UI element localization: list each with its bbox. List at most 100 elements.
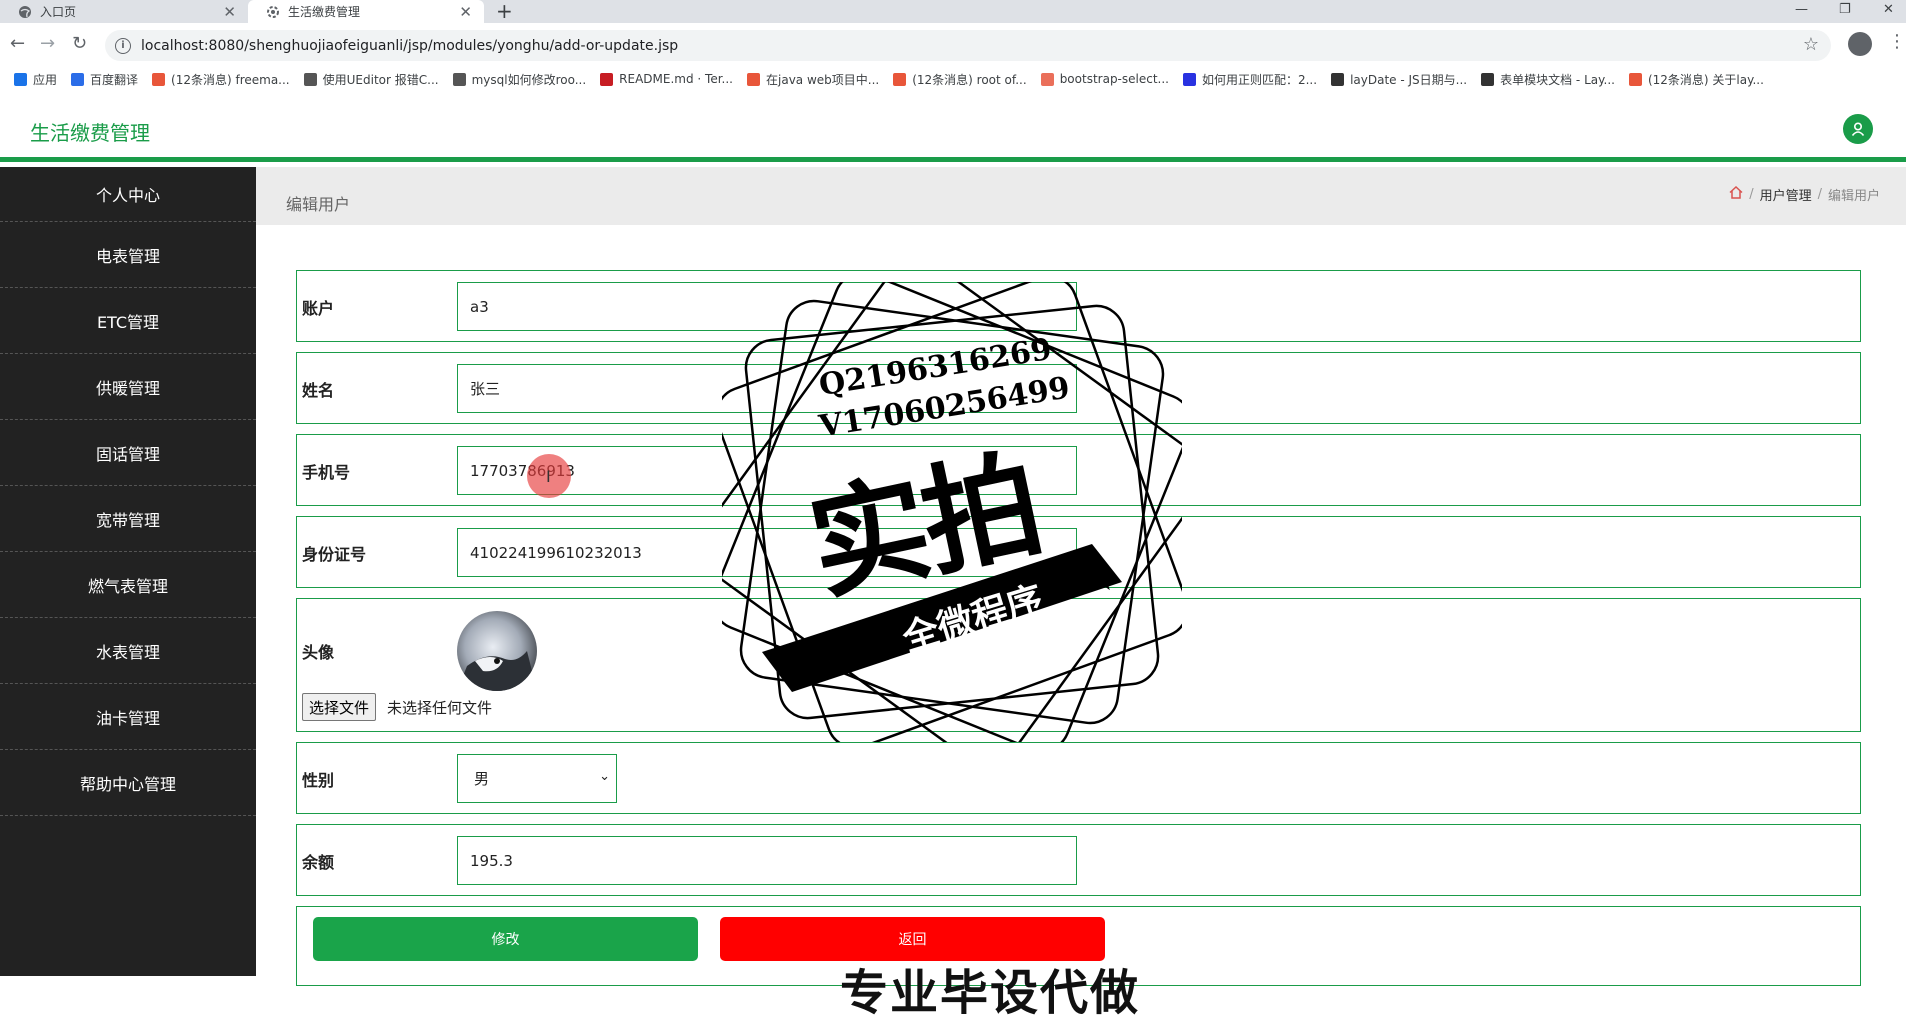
sidebar-item-label: 油卡管理: [95, 708, 160, 728]
watermark-bottom: 专业毕设代做: [840, 965, 1141, 1021]
sidebar-item-label: 固话管理: [95, 444, 160, 464]
bookmark-label: 使用UEditor 报错C...: [322, 72, 439, 87]
profile-avatar-icon[interactable]: [1848, 32, 1872, 56]
bookmarks-bar: 应用 百度翻译 (12条消息) freema... 使用UEditor 报错C... m…: [0, 68, 1906, 90]
bookmark-item[interactable]: 使用UEditor 报错C...: [303, 71, 439, 88]
file-status-text: 未选择任何文件: [387, 699, 493, 717]
sidebar-item-electricity-meter[interactable]: 电表管理: [0, 222, 256, 288]
bookmark-item[interactable]: mysql如何修改roo...: [452, 71, 587, 88]
form-row-balance: 余额: [296, 824, 1861, 896]
balance-input[interactable]: [457, 836, 1077, 885]
account-input[interactable]: [457, 282, 1077, 331]
submit-button[interactable]: 修改: [313, 917, 698, 961]
bookmark-label: 如何用正则匹配：2...: [1201, 72, 1318, 87]
sidebar-item-label: 宽带管理: [95, 510, 160, 530]
window-close-icon[interactable]: ✕: [1883, 2, 1894, 17]
name-label: 姓名: [302, 381, 335, 400]
bookmark-label: mysql如何修改roo...: [471, 72, 587, 87]
tab-label: 入口页: [40, 5, 77, 19]
gender-label: 性别: [302, 771, 335, 790]
gear-icon: [266, 5, 280, 19]
breadcrumb-link-user-management[interactable]: 用户管理: [1760, 185, 1812, 204]
csdn-icon: [747, 72, 760, 86]
close-tab-icon[interactable]: ✕: [223, 3, 236, 21]
user-account-icon[interactable]: [1843, 114, 1873, 144]
csdn-icon: [1628, 72, 1642, 86]
bookmark-item[interactable]: 百度翻译: [71, 71, 138, 88]
sidebar-item-heating[interactable]: 供暖管理: [0, 354, 256, 420]
bookmark-label: 在java web项目中...: [766, 72, 880, 87]
new-tab-icon[interactable]: +: [496, 0, 513, 22]
bookmark-item[interactable]: README.md · Ter...: [600, 72, 733, 86]
browser-tab-bar: 入口页 ✕ 生活缴费管理 ✕ + — ❐ ✕: [0, 0, 1906, 23]
balance-label: 余额: [302, 853, 335, 872]
form-row-avatar: 头像 选择文件 未选择任何文件: [296, 598, 1861, 732]
sidebar-item-etc[interactable]: ETC管理: [0, 288, 256, 354]
url-text: localhost:8080/shenghuojiaofeiguanli/jsp…: [141, 37, 679, 54]
globe-icon: [18, 5, 32, 19]
sidebar-item-help-center[interactable]: 帮助中心管理: [0, 750, 256, 816]
sidebar-item-gas-meter[interactable]: 燃气表管理: [0, 552, 256, 618]
app-header: 生活缴费管理: [0, 90, 1906, 162]
page-title: 编辑用户: [286, 195, 351, 214]
info-icon[interactable]: i: [115, 37, 131, 54]
mysql-icon: [452, 72, 466, 86]
url-input[interactable]: i localhost:8080/shenghuojiaofeiguanli/j…: [105, 30, 1831, 61]
home-icon[interactable]: [1729, 185, 1743, 203]
app-title: 生活缴费管理: [30, 121, 150, 145]
sidebar-item-label: 供暖管理: [95, 378, 160, 398]
sidebar-item-fuel-card[interactable]: 油卡管理: [0, 684, 256, 750]
account-label: 账户: [302, 299, 335, 318]
sidebar-item-landline[interactable]: 固话管理: [0, 420, 256, 486]
gitee-icon: [600, 72, 614, 86]
sidebar: 个人中心 电表管理 ETC管理 供暖管理 固话管理 宽带管理 燃气表管理 水表管…: [0, 167, 256, 976]
forward-icon[interactable]: →: [40, 33, 55, 54]
back-icon[interactable]: ←: [10, 33, 25, 54]
reload-icon[interactable]: ↻: [72, 33, 87, 54]
baidu-paw-icon: [1182, 72, 1196, 86]
sidebar-item-label: 水表管理: [95, 642, 160, 662]
sidebar-item-broadband[interactable]: 宽带管理: [0, 486, 256, 552]
sidebar-item-label: 电表管理: [95, 246, 160, 266]
minimize-icon[interactable]: —: [1795, 2, 1808, 17]
apps-grid-icon: [14, 72, 27, 86]
sidebar-item-label: 帮助中心管理: [79, 774, 176, 794]
bookmark-item[interactable]: 如何用正则匹配：2...: [1182, 71, 1318, 88]
form-row-name: 姓名: [296, 352, 1861, 424]
bookmark-item[interactable]: (12条消息) root of...: [893, 71, 1027, 88]
browser-tab-active[interactable]: 生活缴费管理 ✕: [248, 0, 484, 23]
sidebar-item-personal-center[interactable]: 个人中心: [0, 167, 256, 222]
close-tab-icon[interactable]: ✕: [459, 3, 472, 21]
bookmark-star-icon[interactable]: ☆: [1803, 34, 1819, 55]
jianshu-icon: [1040, 72, 1054, 86]
tab-label: 生活缴费管理: [288, 5, 361, 19]
layui-icon: [1481, 72, 1495, 86]
form-row-account: 账户: [296, 270, 1861, 342]
gender-select-value: 男: [474, 770, 490, 788]
id-card-label: 身份证号: [302, 545, 367, 564]
restore-icon[interactable]: ❐: [1839, 2, 1851, 17]
bookmark-item[interactable]: (12条消息) 关于lay...: [1628, 71, 1764, 88]
csdn-icon: [152, 72, 166, 86]
avatar-label: 头像: [302, 643, 335, 662]
browser-tab-entry[interactable]: 入口页 ✕: [0, 0, 248, 23]
bookmark-label: 应用: [33, 72, 58, 87]
chevron-down-icon: ⌄: [599, 769, 610, 784]
baidu-translate-icon: [71, 72, 85, 86]
bookmark-label: bootstrap-select...: [1059, 72, 1169, 86]
bookmark-item[interactable]: 表单模块文档 - Lay...: [1481, 71, 1615, 88]
bookmark-item[interactable]: (12条消息) freema...: [152, 71, 290, 88]
sidebar-item-label: 个人中心: [95, 186, 160, 205]
bookmark-item[interactable]: 在java web项目中...: [747, 71, 879, 88]
browser-menu-icon[interactable]: ⋮: [1888, 31, 1906, 52]
bookmark-item[interactable]: layDate - JS日期与...: [1331, 71, 1467, 88]
bookmark-label: (12条消息) root of...: [912, 72, 1027, 87]
sidebar-item-water-meter[interactable]: 水表管理: [0, 618, 256, 684]
sidebar-item-label: 燃气表管理: [87, 576, 168, 596]
gender-select[interactable]: 男 ⌄: [457, 754, 617, 803]
bookmark-item[interactable]: bootstrap-select...: [1040, 72, 1169, 86]
layui-icon: [1331, 72, 1345, 86]
bookmark-item[interactable]: 应用: [14, 71, 57, 88]
address-bar: ← → ↻ i localhost:8080/shenghuojiaofeigu…: [0, 23, 1906, 68]
choose-file-button[interactable]: 选择文件: [302, 693, 377, 721]
